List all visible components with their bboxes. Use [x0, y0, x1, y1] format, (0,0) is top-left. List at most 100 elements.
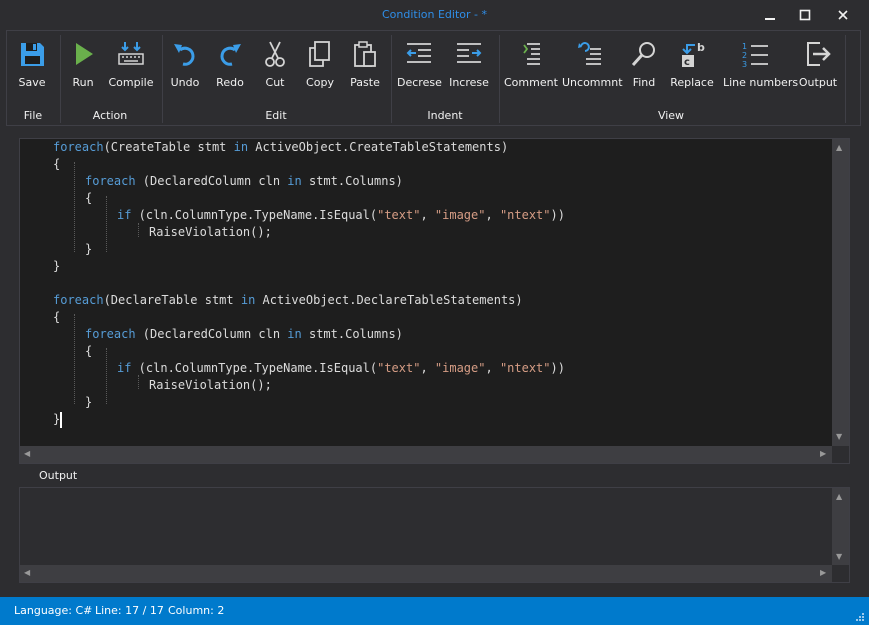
find-label: Find [632, 76, 656, 89]
scroll-left-icon[interactable]: ◀ [24, 449, 30, 459]
copy-button[interactable]: Copy [302, 37, 338, 95]
code-line-3: foreach (DeclaredColumn cln in stmt.Colu… [85, 174, 403, 188]
ribbon-toolbar: Save File Run Compile Action Undo Redo C… [6, 30, 861, 126]
line-numbers-label: Line numbers [723, 76, 799, 89]
window-title: Condition Editor - * [381, 8, 487, 21]
cut-label: Cut [265, 76, 285, 89]
save-button[interactable]: Save [13, 37, 51, 95]
code-line-14: if (cln.ColumnType.TypeName.IsEqual("tex… [117, 361, 565, 375]
code-line-12: foreach (DeclaredColumn cln in stmt.Colu… [85, 327, 403, 341]
copy-icon [309, 41, 330, 67]
indent-guide [74, 314, 75, 404]
floppy-disk-icon [21, 43, 44, 66]
decrease-label: Decrese [397, 76, 442, 89]
cut-button[interactable]: Cut [257, 37, 293, 95]
svg-text:3: 3 [742, 60, 747, 68]
group-separator [391, 35, 392, 123]
status-language: Language: C# [14, 604, 93, 617]
scroll-down-icon[interactable]: ▼ [836, 552, 842, 562]
code-area[interactable]: foreach(CreateTable stmt in ActiveObject… [20, 139, 832, 446]
scroll-down-icon[interactable]: ▼ [836, 432, 842, 442]
scrollbar-corner [832, 446, 849, 463]
group-separator [845, 35, 846, 123]
find-button[interactable]: Find [626, 37, 662, 95]
undo-label: Undo [170, 76, 200, 89]
scroll-right-icon[interactable]: ▶ [820, 568, 826, 578]
run-button[interactable]: Run [66, 37, 100, 95]
scrollbar-corner [832, 565, 849, 582]
replace-icon: b c [682, 41, 705, 68]
scroll-up-icon[interactable]: ▲ [836, 492, 842, 502]
editor-vertical-scrollbar[interactable]: ▲ ▼ [832, 139, 849, 446]
close-icon [838, 10, 848, 20]
group-action-label: Action [92, 109, 128, 122]
increase-label: Increse [449, 76, 489, 89]
code-editor[interactable]: foreach(CreateTable stmt in ActiveObject… [19, 138, 850, 464]
code-line-11: { [53, 310, 61, 324]
output-button[interactable]: Output [796, 37, 840, 95]
group-indent-label: Indent [427, 109, 463, 122]
editor-horizontal-scrollbar[interactable]: ◀ ▶ [20, 446, 832, 463]
undo-icon [174, 44, 195, 66]
uncomment-button[interactable]: Uncommnt [562, 37, 623, 95]
indent-guide [106, 348, 107, 404]
line-numbers-button[interactable]: 1 2 3 Line numbers [723, 37, 799, 95]
minimize-button[interactable] [755, 4, 785, 26]
redo-button[interactable]: Redo [212, 37, 248, 95]
paste-button[interactable]: Paste [347, 37, 383, 95]
compile-button[interactable]: Compile [108, 37, 154, 95]
comment-lines-icon [523, 43, 540, 65]
output-panel[interactable]: ▲ ▼ ◀ ▶ [19, 487, 850, 583]
outdent-icon [406, 43, 431, 63]
output-horizontal-scrollbar[interactable]: ◀ ▶ [20, 565, 832, 582]
resize-grip-icon[interactable] [855, 612, 865, 622]
minimize-icon [765, 18, 775, 20]
scroll-left-icon[interactable]: ◀ [24, 568, 30, 578]
group-edit-label: Edit [265, 109, 287, 122]
output-arrow-icon [807, 42, 831, 66]
comment-button[interactable]: Comment [504, 37, 558, 95]
clipboard-icon [354, 41, 376, 67]
scroll-up-icon[interactable]: ▲ [836, 143, 842, 153]
code-line-5: if (cln.ColumnType.TypeName.IsEqual("tex… [117, 208, 565, 222]
output-vertical-scrollbar[interactable]: ▲ ▼ [832, 488, 849, 565]
code-line-15: RaiseViolation(); [149, 378, 272, 392]
indent-guide [106, 196, 107, 252]
increase-indent-button[interactable]: Increse [447, 37, 491, 95]
group-view-label: View [657, 109, 685, 122]
code-line-4: { [85, 191, 93, 205]
redo-label: Redo [216, 76, 244, 89]
code-line-10: foreach(DeclareTable stmt in ActiveObjec… [53, 293, 523, 307]
output-panel-label: Output [39, 469, 78, 482]
replace-button[interactable]: b c Replace [669, 37, 715, 95]
group-separator [499, 35, 500, 123]
undo-button[interactable]: Undo [167, 37, 203, 95]
status-line: Line: 17 / 17 [95, 604, 164, 617]
indent-icon [457, 43, 482, 63]
comment-label: Comment [504, 76, 558, 89]
maximize-button[interactable] [790, 4, 820, 26]
maximize-icon [799, 9, 811, 21]
decrease-indent-button[interactable]: Decrese [397, 37, 442, 95]
code-line-7: } [85, 242, 93, 256]
svg-text:b: b [697, 41, 705, 54]
magnifier-icon [631, 42, 655, 67]
group-file-label: File [23, 109, 43, 122]
compile-label: Compile [108, 76, 154, 89]
group-separator [60, 35, 61, 123]
svg-text:1: 1 [742, 42, 747, 51]
svg-text:2: 2 [742, 51, 747, 60]
copy-label: Copy [306, 76, 334, 89]
status-column: Column: 2 [168, 604, 225, 617]
output-label: Output [798, 76, 838, 89]
indent-guide [138, 223, 139, 237]
scroll-right-icon[interactable]: ▶ [820, 449, 826, 459]
scissors-icon [265, 41, 285, 67]
svg-text:c: c [684, 57, 690, 68]
play-icon [76, 43, 93, 65]
code-line-1: foreach(CreateTable stmt in ActiveObject… [53, 140, 509, 154]
run-label: Run [72, 76, 94, 89]
close-button[interactable] [828, 4, 858, 26]
group-separator [162, 35, 163, 123]
line-numbers-icon: 1 2 3 [742, 42, 768, 68]
